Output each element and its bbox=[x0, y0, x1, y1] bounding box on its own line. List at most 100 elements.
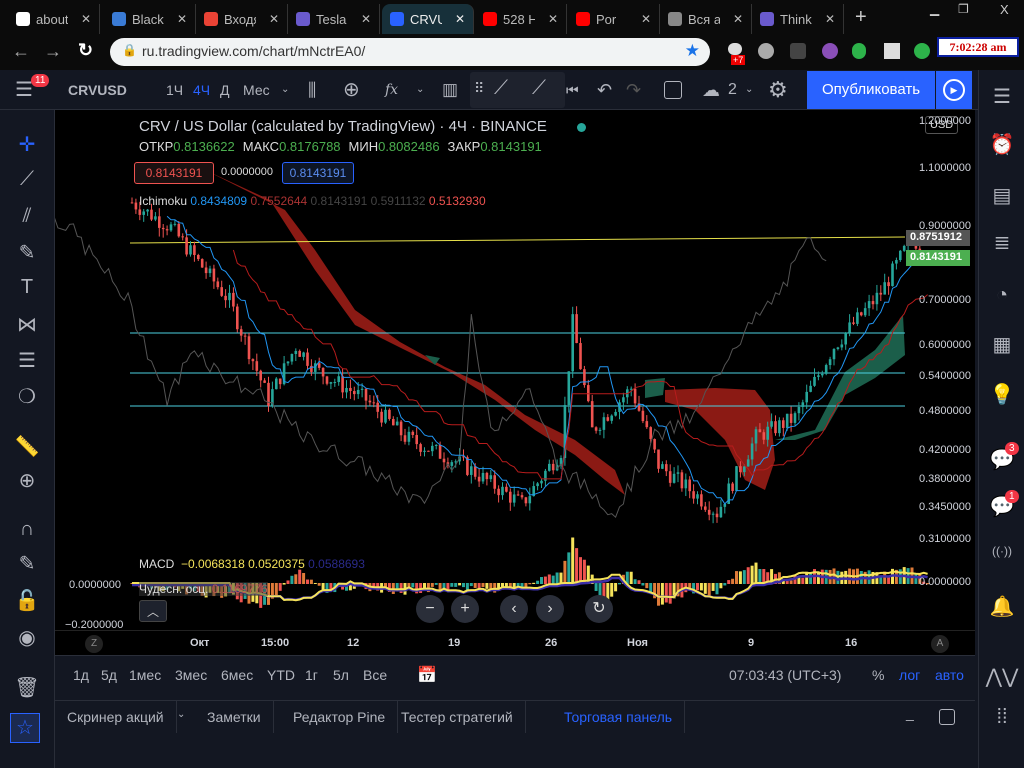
close-window-button[interactable]: X bbox=[1000, 2, 1009, 17]
clock-time[interactable]: 07:03:43 (UTC+3) bbox=[729, 667, 841, 683]
range-3[interactable]: 3мес bbox=[175, 667, 207, 683]
templates-icon[interactable]: ▥ bbox=[442, 70, 458, 110]
browser-tab[interactable]: Black ✕ bbox=[104, 4, 196, 34]
tab-close-icon[interactable]: ✕ bbox=[269, 12, 279, 26]
auto-toggle[interactable]: авто bbox=[935, 667, 964, 683]
interval-4h[interactable]: 4Ч bbox=[193, 70, 210, 110]
lock-icon[interactable]: 🔓 bbox=[4, 588, 50, 613]
minimize-panel-button[interactable]: _ bbox=[906, 705, 914, 721]
arrow-tool-icon[interactable]: ⟋ bbox=[494, 77, 508, 100]
alarm-icon[interactable]: ⏰ bbox=[979, 132, 1024, 157]
interval-dropdown-icon[interactable]: ⌄ bbox=[281, 70, 289, 110]
minimize-button[interactable]: ▁ bbox=[930, 2, 939, 16]
magnet-icon[interactable]: ∩ bbox=[4, 518, 50, 541]
chart-area[interactable]: CRV / US Dollar (calculated by TradingVi… bbox=[55, 110, 975, 655]
redo-icon[interactable]: ↷ bbox=[626, 70, 641, 110]
more-icon[interactable]: ⁞⁞ bbox=[979, 706, 1024, 729]
brush-icon[interactable]: ✎ bbox=[4, 240, 50, 265]
compare-add-icon[interactable]: ⊕ bbox=[343, 70, 360, 110]
trendline-tool-icon[interactable]: ⟋ bbox=[532, 77, 546, 100]
fullscreen-icon[interactable] bbox=[664, 81, 682, 99]
browser-tab[interactable]: about ✕ bbox=[8, 4, 100, 34]
goto-date-z-button[interactable]: Z bbox=[85, 635, 103, 653]
replay-icon[interactable]: ⏮ bbox=[566, 70, 579, 110]
scroll-left-button[interactable]: ‹ bbox=[500, 595, 528, 623]
zoom-in-button[interactable]: + bbox=[451, 595, 479, 623]
restore-button[interactable]: ❐ bbox=[958, 2, 969, 16]
undo-icon[interactable]: ↶ bbox=[597, 70, 612, 110]
text-icon[interactable]: T bbox=[4, 276, 50, 299]
forward-button[interactable]: → bbox=[44, 41, 62, 62]
indicators-icon[interactable]: fx bbox=[385, 70, 398, 110]
sell-button[interactable]: 0.8143191 bbox=[134, 162, 214, 184]
tab-close-icon[interactable]: ✕ bbox=[548, 12, 558, 26]
ao-legend[interactable]: Чудесн. осц. 0.1169776 bbox=[139, 582, 268, 596]
forecast-icon[interactable]: ☰ bbox=[4, 348, 50, 373]
range-7[interactable]: 5л bbox=[333, 667, 349, 683]
bookmark-star-icon[interactable]: ★ bbox=[685, 41, 700, 61]
range-4[interactable]: 6мес bbox=[221, 667, 253, 683]
range-5[interactable]: YTD bbox=[267, 667, 295, 683]
data-window-icon[interactable]: ≣ bbox=[979, 230, 1024, 255]
shapes-icon[interactable]: ❍ bbox=[4, 384, 50, 409]
browser-tab[interactable]: Вся а ✕ bbox=[660, 4, 752, 34]
panel-tab[interactable]: Скринер акций bbox=[55, 701, 177, 733]
browser-tab[interactable]: 528 H ✕ bbox=[475, 4, 567, 34]
pattern-icon[interactable]: ⋈ bbox=[4, 312, 50, 337]
browser-tab[interactable]: CRVU ✕ bbox=[382, 4, 474, 34]
settings-gear-icon[interactable]: ⚙ bbox=[768, 70, 788, 110]
favorites-star-icon[interactable]: ☆ bbox=[10, 713, 40, 743]
tab-close-icon[interactable]: ✕ bbox=[81, 12, 91, 26]
notifications-icon[interactable]: 🔔 bbox=[979, 594, 1024, 619]
tv-logo-icon[interactable]: ⋀⋁ bbox=[979, 664, 1024, 689]
streams-icon[interactable]: ((·)) bbox=[979, 544, 1024, 558]
back-button[interactable]: ← bbox=[12, 41, 30, 62]
scroll-right-button[interactable]: › bbox=[536, 595, 564, 623]
tab-close-icon[interactable]: ✕ bbox=[455, 12, 465, 26]
layout-dropdown-icon[interactable]: ⌄ bbox=[745, 70, 753, 110]
hotlist-icon[interactable]: ◔ bbox=[979, 284, 1024, 307]
goto-date-icon[interactable]: 📅 bbox=[417, 665, 437, 685]
menu-button[interactable]: ☰ bbox=[15, 70, 33, 110]
ichimoku-legend[interactable]: Ichimoku 0.8434809 0.7552644 0.8143191 0… bbox=[139, 194, 486, 208]
reset-chart-button[interactable]: ↻ bbox=[585, 595, 613, 623]
browser-tab[interactable]: Por ✕ bbox=[568, 4, 660, 34]
browser-tab[interactable]: Think ✕ bbox=[752, 4, 844, 34]
macd-legend[interactable]: MACD −0.0068318 0.0520375 0.0588693 bbox=[139, 557, 365, 571]
weather-extension-icon[interactable] bbox=[728, 43, 742, 55]
news-icon[interactable]: ▤ bbox=[979, 183, 1024, 208]
drag-handle-icon[interactable]: ⠿ bbox=[474, 80, 484, 97]
qr-extension-icon[interactable] bbox=[884, 43, 900, 59]
trash-icon[interactable]: 🗑 bbox=[4, 675, 50, 700]
symbol-search[interactable]: CRVUSD bbox=[68, 70, 127, 110]
maximize-panel-button[interactable] bbox=[939, 709, 955, 725]
calendar-icon[interactable]: ▦ bbox=[979, 332, 1024, 357]
tab-close-icon[interactable]: ✕ bbox=[641, 12, 651, 26]
interval-month[interactable]: Мес bbox=[243, 70, 270, 110]
panel-tab[interactable]: Редактор Pine bbox=[281, 701, 399, 733]
range-0[interactable]: 1д bbox=[73, 667, 89, 683]
panel-tab[interactable]: Заметки bbox=[195, 701, 274, 733]
percent-toggle[interactable]: % bbox=[872, 667, 884, 683]
screener-dropdown-icon[interactable]: ⌄ bbox=[177, 709, 185, 720]
trendline-icon[interactable]: ⟋ bbox=[4, 168, 50, 191]
ideas-icon[interactable]: 💡 bbox=[979, 382, 1024, 407]
eye-icon[interactable]: ◉ bbox=[4, 625, 50, 650]
collapse-pane-button[interactable]: ︿ bbox=[139, 600, 167, 622]
globe-extension-icon[interactable] bbox=[758, 43, 774, 59]
zoom-out-button[interactable]: − bbox=[416, 595, 444, 623]
price-chart[interactable] bbox=[55, 110, 975, 655]
range-1[interactable]: 5д bbox=[101, 667, 117, 683]
buy-button[interactable]: 0.8143191 bbox=[282, 162, 354, 184]
extension-icon[interactable] bbox=[914, 43, 930, 59]
panel-tab[interactable]: Тестер стратегий bbox=[389, 701, 526, 733]
ruler-icon[interactable]: 📏 bbox=[4, 434, 50, 459]
url-input[interactable]: 🔒 ru.tradingview.com/chart/mNctrEA0/ ★ bbox=[110, 38, 710, 66]
extension-icon[interactable] bbox=[822, 43, 838, 59]
log-toggle[interactable]: лог bbox=[899, 667, 920, 683]
browser-tab[interactable]: Tesla ✕ bbox=[288, 4, 380, 34]
reload-button[interactable]: ↻ bbox=[78, 40, 93, 61]
candles-chart-type-icon[interactable]: ⫼ bbox=[308, 70, 316, 110]
indicators-dropdown-icon[interactable]: ⌄ bbox=[416, 70, 424, 110]
new-tab-button[interactable]: + bbox=[855, 6, 867, 29]
